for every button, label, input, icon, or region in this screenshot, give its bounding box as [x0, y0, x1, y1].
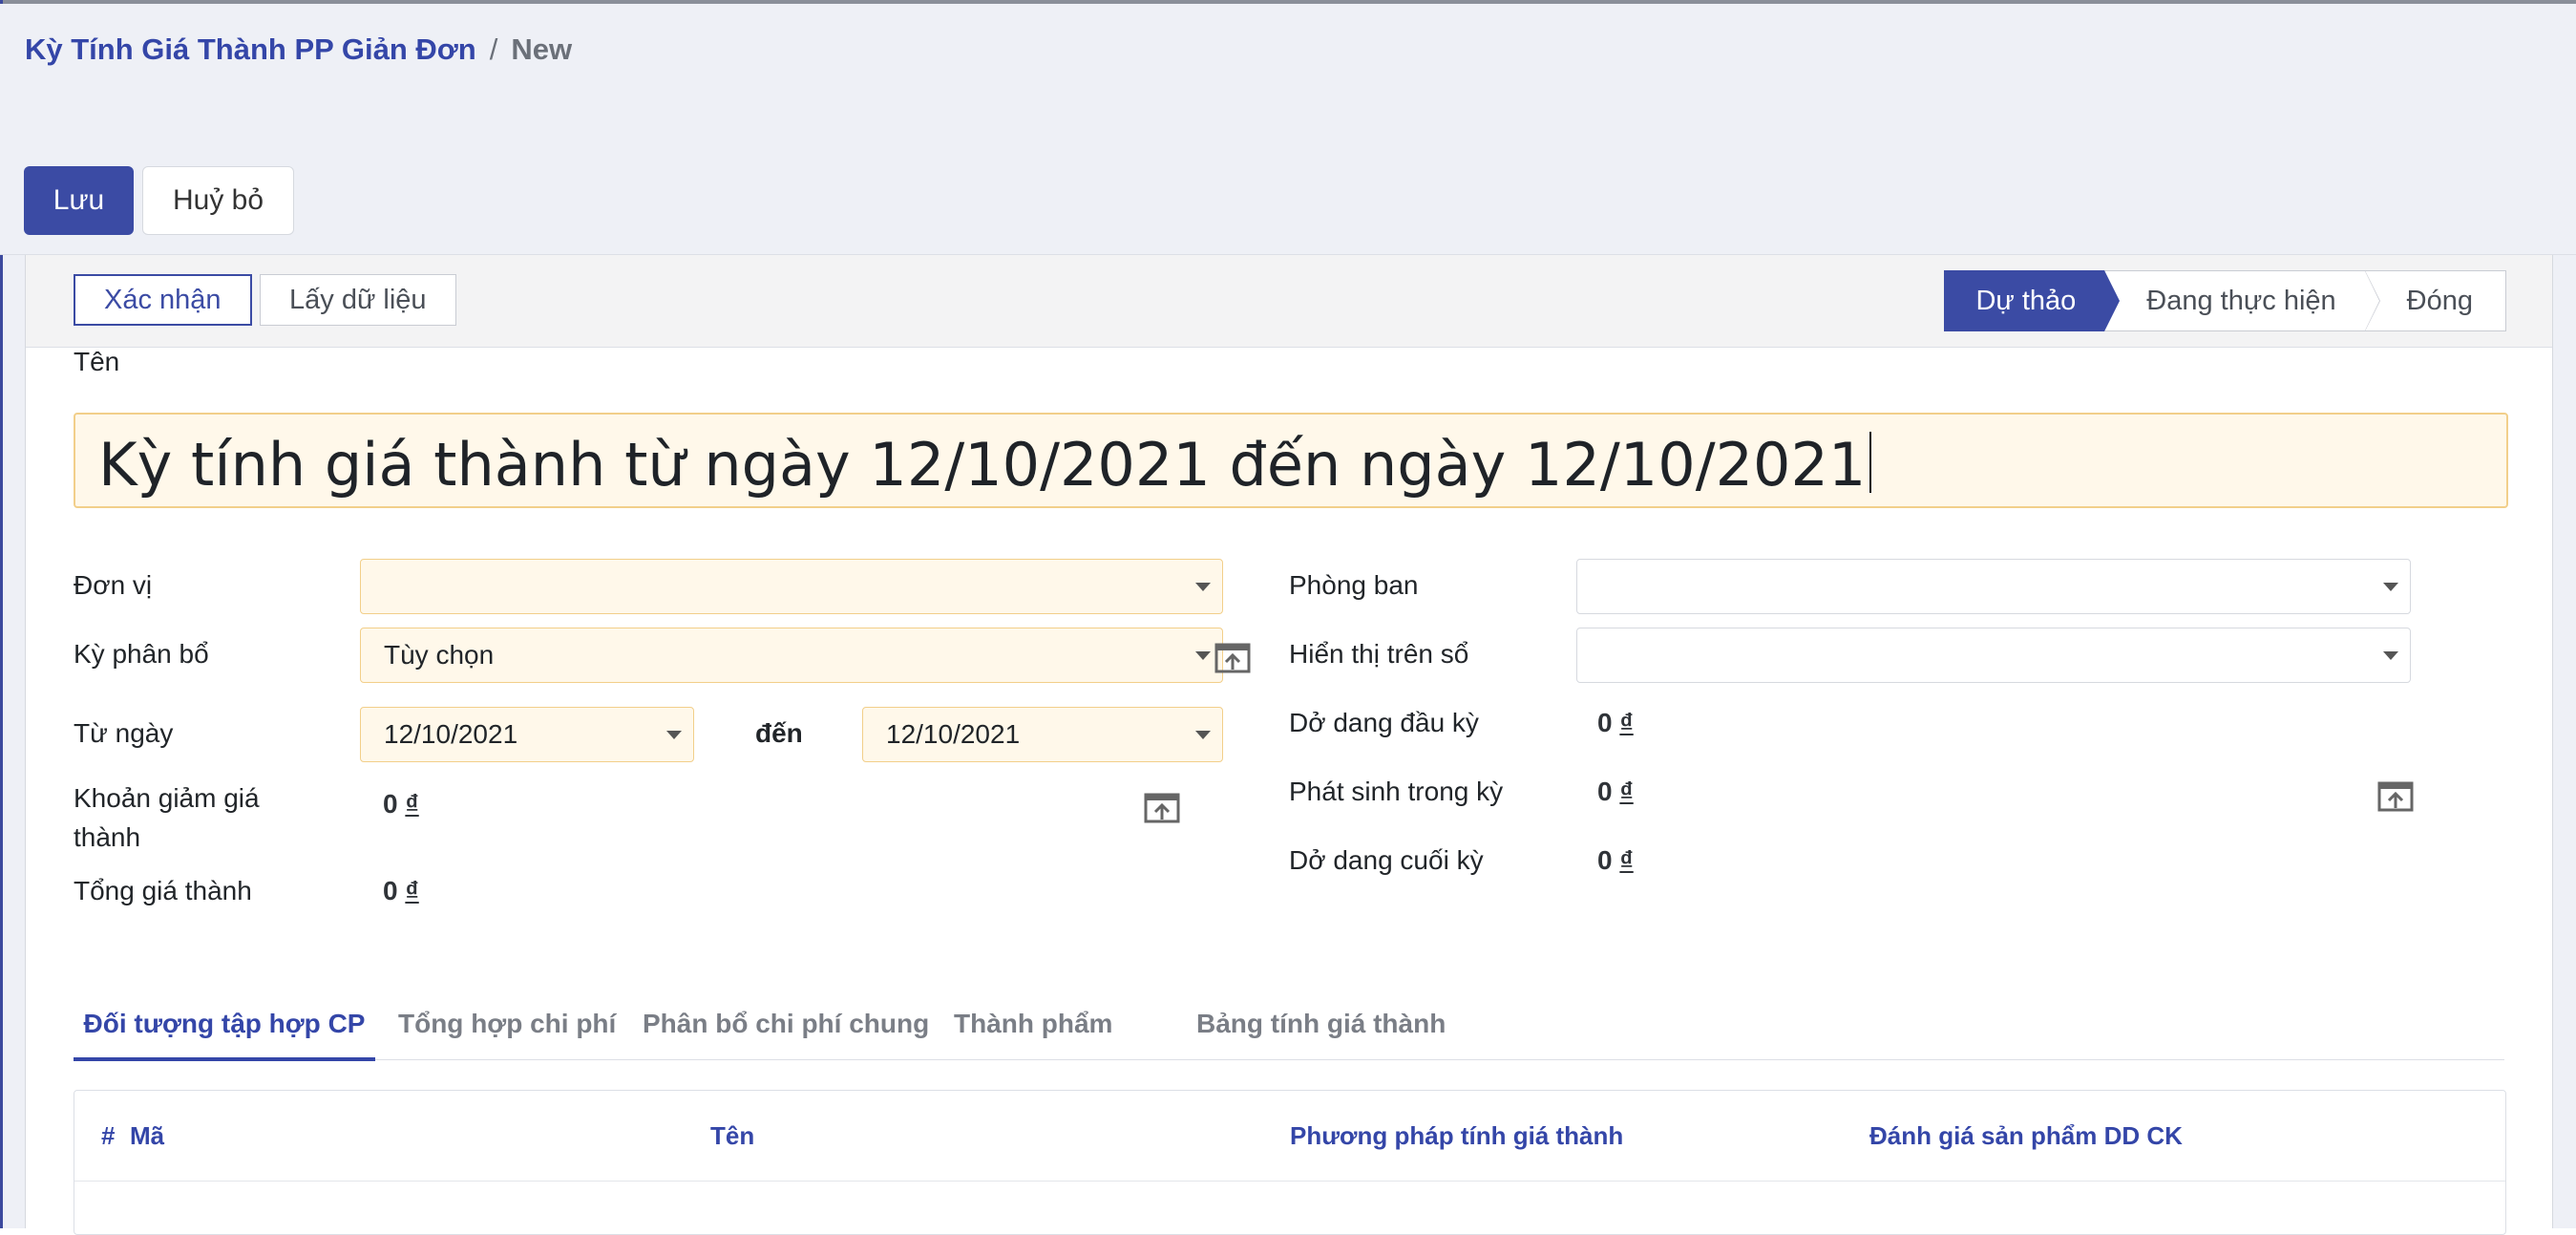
status-step-closed[interactable]: Đóng — [2364, 270, 2506, 331]
status-step-label: Đang thực hiện — [2146, 286, 2336, 316]
period-label: Kỳ phân bổ — [74, 639, 209, 669]
chevron-down-icon[interactable] — [2383, 651, 2398, 660]
wip-end-label: Dở dang cuối kỳ — [1289, 845, 1484, 875]
status-step-draft[interactable]: Dự thảo — [1944, 270, 2121, 331]
control-panel: Kỳ Tính Giá Thành PP Giản Đơn / New Lưu … — [0, 4, 2576, 255]
name-input-text: Kỳ tính giá thành từ ngày 12/10/2021 đến… — [98, 430, 1872, 500]
discard-button[interactable]: Huỷ bỏ — [142, 166, 294, 235]
tab-cost-summary[interactable]: Tổng hợp chi phí — [398, 990, 616, 1057]
sheet-gutter-right — [2552, 255, 2576, 1228]
breadcrumb-separator: / — [489, 32, 498, 66]
chevron-down-icon[interactable] — [1195, 651, 1211, 660]
total-cost-label: Tổng giá thành — [74, 876, 252, 905]
unit-select[interactable] — [360, 559, 1223, 614]
unit-label: Đơn vị — [74, 570, 153, 600]
open-external-icon[interactable] — [1143, 791, 1181, 825]
column-header-wip-valuation[interactable]: Đánh giá sản phẩm DD CK — [1869, 1121, 2183, 1151]
tab-finished-goods[interactable]: Thành phẩm — [954, 990, 1112, 1057]
currency-symbol: ₫ — [1619, 708, 1634, 737]
column-header-code[interactable]: Mã — [130, 1121, 164, 1151]
name-label: Tên — [74, 347, 120, 376]
to-date-value: 12/10/2021 — [886, 719, 1021, 749]
form-statusbar: Xác nhận Lấy dữ liệu Dự thảo Đang thực h… — [26, 255, 2552, 348]
currency-symbol: ₫ — [405, 876, 419, 905]
reduction-label: Khoản giảm giá thành — [74, 778, 260, 857]
period-value: Tùy chọn — [384, 640, 495, 670]
column-header-costing-method[interactable]: Phương pháp tính giá thành — [1290, 1121, 1623, 1151]
breadcrumb-current: New — [511, 32, 573, 66]
from-date-value: 12/10/2021 — [384, 719, 518, 749]
period-select[interactable]: Tùy chọn — [360, 628, 1223, 683]
chevron-down-icon[interactable] — [1195, 583, 1211, 591]
incurred-value: 0 — [1597, 777, 1613, 806]
breadcrumb: Kỳ Tính Giá Thành PP Giản Đơn / New — [25, 32, 572, 67]
to-date-label: đến — [755, 718, 803, 748]
tab-cost-sheet[interactable]: Bảng tính giá thành — [1196, 990, 1446, 1057]
currency-symbol: ₫ — [1619, 777, 1634, 806]
chevron-down-icon[interactable] — [2383, 583, 2398, 591]
notebook-tabs: Đối tượng tập hợp CP Tổng hợp chi phí Ph… — [74, 990, 2504, 1061]
wip-begin-value: 0 — [1597, 708, 1613, 737]
total-cost-amount: 0 ₫ — [383, 876, 419, 906]
department-label: Phòng ban — [1289, 570, 1419, 600]
from-date-input[interactable]: 12/10/2021 — [360, 707, 694, 762]
currency-symbol: ₫ — [1619, 845, 1634, 875]
reduction-amount-value: 0 — [383, 789, 398, 819]
tab-overhead-allocation[interactable]: Phân bổ chi phí chung — [643, 990, 929, 1057]
department-select[interactable] — [1576, 559, 2411, 614]
step-arrow-inner — [2364, 271, 2379, 330]
chevron-down-icon[interactable] — [666, 731, 682, 739]
status-step-label: Dự thảo — [1975, 286, 2077, 316]
incurred-label: Phát sinh trong kỳ — [1289, 777, 1504, 806]
name-value: Kỳ tính giá thành từ ngày 12/10/2021 đến… — [98, 430, 1867, 500]
from-date-label: Từ ngày — [74, 718, 174, 748]
fetch-data-button[interactable]: Lấy dữ liệu — [260, 274, 456, 326]
status-step-in-progress[interactable]: Đang thực hiện — [2104, 270, 2380, 331]
step-arrow-inner — [2104, 271, 2120, 330]
sheet-gutter-left — [3, 255, 25, 1228]
column-header-index: # — [101, 1121, 116, 1150]
reduction-label-line1: Khoản giảm giá — [74, 783, 260, 813]
reduction-label-line2: thành — [74, 822, 141, 852]
open-external-icon[interactable] — [1214, 641, 1252, 675]
form-sheet: Xác nhận Lấy dữ liệu Dự thảo Đang thực h… — [25, 255, 2553, 1235]
status-step-label: Đóng — [2406, 286, 2473, 316]
breadcrumb-parent-link[interactable]: Kỳ Tính Giá Thành PP Giản Đơn — [25, 32, 476, 67]
chevron-down-icon[interactable] — [1195, 731, 1211, 739]
column-header-name[interactable]: Tên — [710, 1121, 754, 1151]
wip-end-amount: 0 ₫ — [1597, 845, 1634, 876]
wip-end-value: 0 — [1597, 845, 1613, 875]
display-on-ledger-select[interactable] — [1576, 628, 2411, 683]
name-input[interactable]: Kỳ tính giá thành từ ngày 12/10/2021 đến… — [74, 413, 2508, 508]
incurred-amount: 0 ₫ — [1597, 777, 1634, 807]
wip-begin-label: Dở dang đầu kỳ — [1289, 708, 1479, 737]
save-button[interactable]: Lưu — [24, 166, 134, 235]
display-on-ledger-label: Hiển thị trên sổ — [1289, 639, 1469, 669]
status-steps: Dự thảo Đang thực hiện Đóng — [1944, 270, 2506, 331]
currency-symbol: ₫ — [405, 789, 419, 819]
table-header: # Mã Tên Phương pháp tính giá thành Đánh… — [74, 1091, 2505, 1182]
tab-cost-objects[interactable]: Đối tượng tập hợp CP — [74, 990, 375, 1061]
confirm-button[interactable]: Xác nhận — [74, 274, 252, 326]
wip-begin-amount: 0 ₫ — [1597, 708, 1634, 738]
total-cost-value: 0 — [383, 876, 398, 905]
cost-objects-table: # Mã Tên Phương pháp tính giá thành Đánh… — [74, 1090, 2506, 1235]
open-external-icon[interactable] — [2376, 779, 2415, 814]
to-date-input[interactable]: 12/10/2021 — [862, 707, 1223, 762]
text-caret — [1869, 432, 1872, 493]
reduction-amount: 0 ₫ — [383, 789, 419, 820]
